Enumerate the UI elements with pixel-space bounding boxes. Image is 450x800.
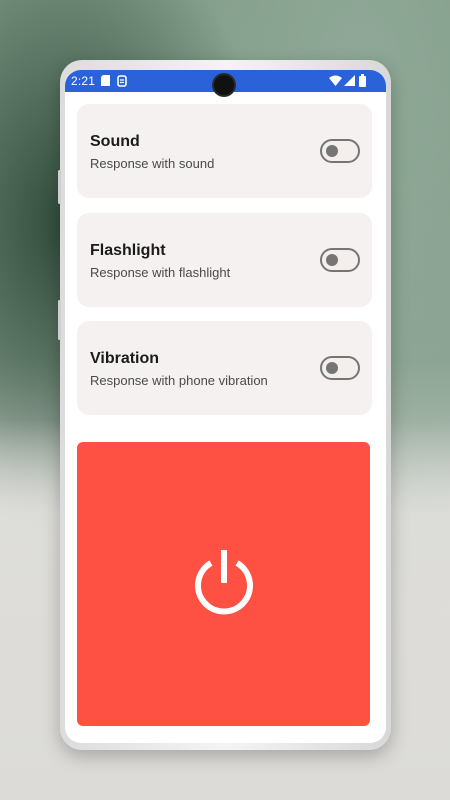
- cellular-signal-icon: [344, 75, 355, 89]
- battery-icon: [359, 74, 366, 90]
- vibration-toggle[interactable]: [320, 356, 360, 380]
- status-time: 2:21: [71, 74, 96, 88]
- wifi-icon: [329, 75, 342, 89]
- power-button[interactable]: [77, 442, 370, 726]
- notification-icon: [117, 75, 127, 90]
- side-button: [58, 300, 61, 340]
- front-camera: [214, 75, 234, 95]
- toggle-knob: [326, 362, 338, 374]
- flashlight-toggle[interactable]: [320, 248, 360, 272]
- setting-card-flashlight: Flashlight Response with flashlight: [77, 213, 372, 307]
- sim-card-icon: [101, 75, 110, 89]
- setting-subtitle: Response with phone vibration: [90, 373, 268, 388]
- phone-frame: 2:21 Sound Response with sound Flashligh…: [58, 60, 391, 750]
- sound-toggle[interactable]: [320, 139, 360, 163]
- setting-card-sound: Sound Response with sound: [77, 104, 372, 198]
- toggle-knob: [326, 145, 338, 157]
- setting-title: Sound: [90, 133, 140, 150]
- setting-card-vibration: Vibration Response with phone vibration: [77, 321, 372, 415]
- setting-subtitle: Response with sound: [90, 156, 215, 171]
- setting-subtitle: Response with flashlight: [90, 265, 231, 280]
- toggle-knob: [326, 254, 338, 266]
- side-button: [58, 170, 61, 204]
- setting-title: Flashlight: [90, 242, 166, 259]
- phone-screen: 2:21 Sound Response with sound Flashligh…: [65, 70, 386, 743]
- setting-title: Vibration: [90, 350, 160, 367]
- power-icon: [195, 550, 253, 615]
